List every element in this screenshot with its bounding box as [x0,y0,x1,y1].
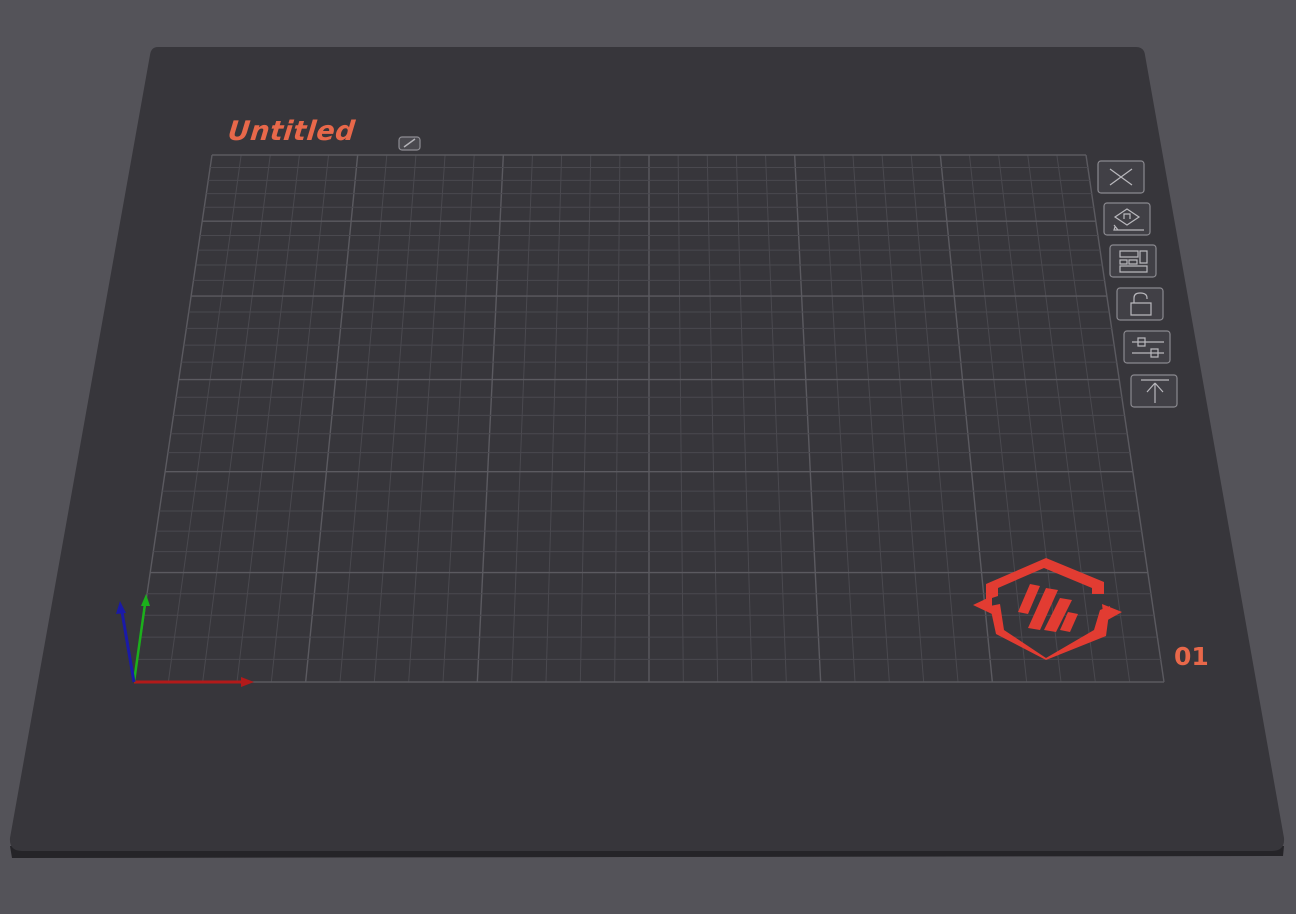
arrange-plate-button[interactable] [1103,202,1151,236]
delete-plate-button[interactable] [1097,160,1145,194]
build-plate-scene[interactable] [0,0,1296,914]
plate-name-label[interactable]: Untitled [226,116,356,147]
orient-plate-button[interactable] [1109,244,1157,278]
3d-viewport[interactable]: Untitled 01 [0,0,1296,914]
plate-number-label: 01 [1174,642,1209,671]
plate-settings-button[interactable] [1123,330,1171,364]
rename-plate-icon[interactable] [398,135,422,151]
lock-plate-button[interactable] [1116,287,1164,321]
move-to-top-button[interactable] [1130,374,1178,408]
plate-settings-button-frame [1123,330,1171,364]
